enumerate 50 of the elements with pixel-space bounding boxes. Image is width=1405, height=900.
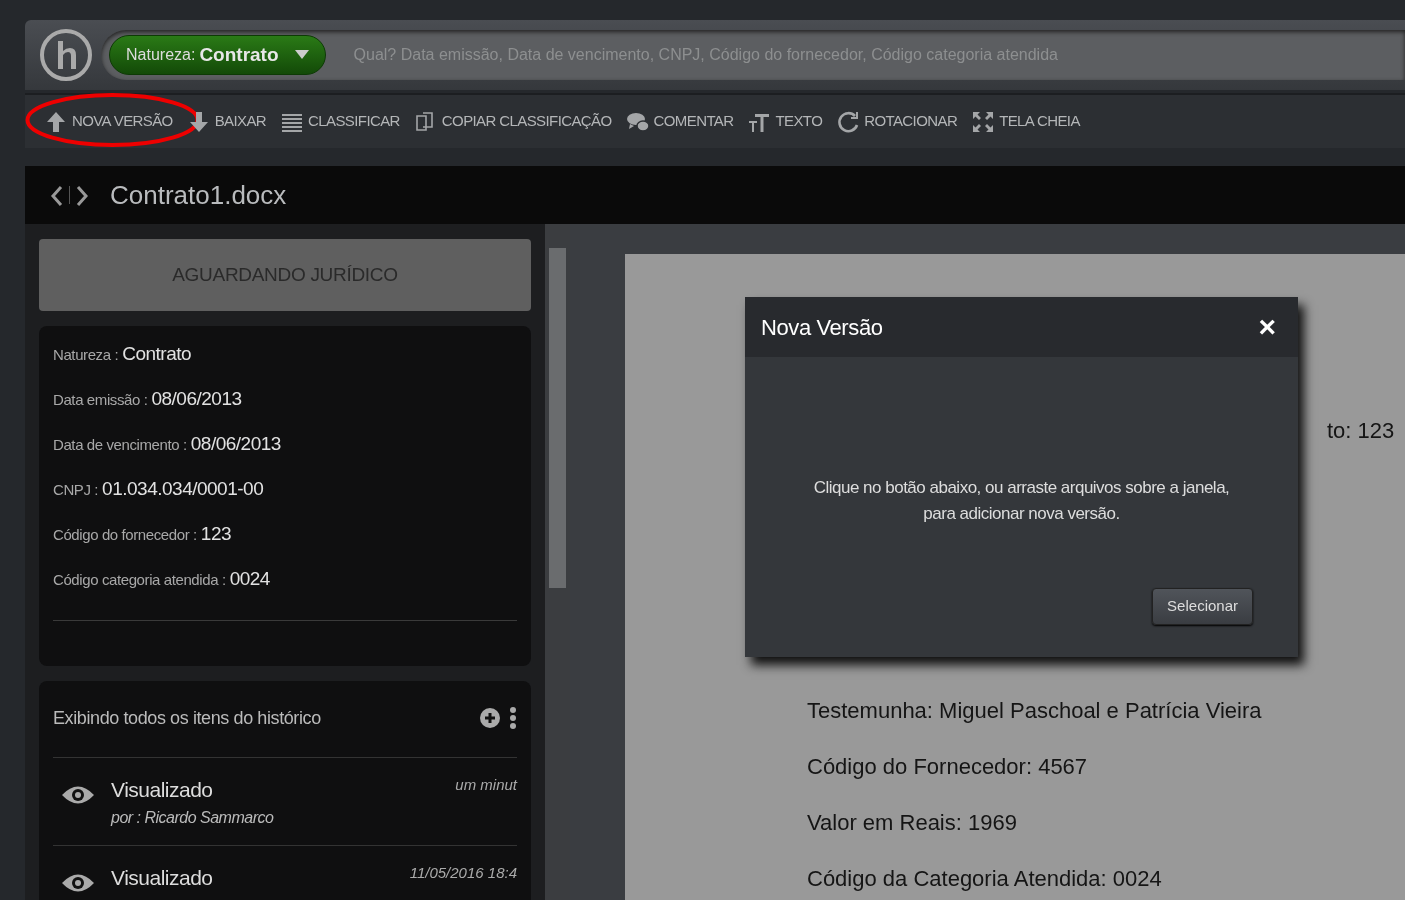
field-value: Contrato xyxy=(122,342,192,366)
history-time: um minut xyxy=(455,775,517,795)
caret-icon xyxy=(294,50,309,60)
field-label: Data de vencimento : xyxy=(53,435,187,455)
field-label: Código do fornecedor : xyxy=(53,525,197,545)
field-label: Data emissão : xyxy=(53,390,148,410)
eye-icon xyxy=(61,872,95,894)
select-button[interactable]: Selecionar xyxy=(1152,588,1253,625)
toolbar-button[interactable]: BAIXAR xyxy=(179,109,274,134)
field-value: 08/06/2013 xyxy=(151,387,242,411)
field-value: 0024 xyxy=(229,567,270,591)
document-title: Contrato1.docx xyxy=(110,178,287,212)
rotate-icon xyxy=(836,109,861,134)
dialog-message: Clique no botão abaixo, ou arraste arquivos sobre a janela, para adicionar nova versão. xyxy=(812,477,1231,525)
history-title: Exibindo todos os itens do histórico xyxy=(53,706,321,730)
field-label: CNPJ : xyxy=(53,480,99,500)
history-action: Visualizado xyxy=(111,777,214,803)
field-value: 01.034.034/0001-00 xyxy=(102,477,264,501)
document-text: Código do Fornecedor: 4567 xyxy=(807,753,1089,781)
field-value: 123 xyxy=(200,522,231,546)
document-text: Valor em Reais: 1969 xyxy=(807,809,1018,837)
history-action: Visualizado xyxy=(111,865,214,891)
field-value: 08/06/2013 xyxy=(190,432,281,456)
document-text: to: 123 xyxy=(1326,417,1396,445)
history-item[interactable]: Visualizado por : Ricardo Sammarco um minut xyxy=(53,757,517,845)
document-text: Testemunha: Miguel Paschoal e Patrícia Vieira xyxy=(807,697,1263,725)
add-icon[interactable] xyxy=(479,707,501,729)
toolbar-button[interactable]: COPIAR CLASSIFICAÇÃO xyxy=(406,109,619,134)
field-label: Código categoria atendida : xyxy=(53,570,226,590)
field-label: Natureza : xyxy=(53,345,119,365)
fullscreen-icon xyxy=(971,109,996,134)
document-text: Código da Categoria Atendida: 0024 xyxy=(807,865,1163,893)
toolbar-button[interactable]: CLASSIFICAR xyxy=(273,109,407,134)
logo-icon[interactable] xyxy=(39,28,93,82)
close-button[interactable]: × xyxy=(1252,311,1282,343)
more-icon[interactable] xyxy=(509,706,517,730)
toolbar-button[interactable]: COMENTAR xyxy=(618,109,741,134)
dialog-title: Nova Versão xyxy=(761,313,883,342)
history-author: por : Ricardo Sammarco xyxy=(111,807,275,828)
chevron-left-icon xyxy=(50,184,64,207)
toolbar-button[interactable]: ROTACIONAR xyxy=(829,109,965,134)
history-time: 11/05/2016 18:4 xyxy=(409,863,517,883)
filter-dropdown[interactable]: Natureza: Contrato xyxy=(109,35,326,75)
scrollbar-thumb[interactable] xyxy=(549,248,566,588)
scrollbar[interactable] xyxy=(545,224,570,900)
chevron-right-icon xyxy=(75,184,89,207)
history-item[interactable]: Visualizado 11/05/2016 18:4 xyxy=(53,845,517,900)
eye-icon xyxy=(61,784,95,806)
toolbar-button[interactable]: TEXTO xyxy=(740,109,830,134)
toolbar-button[interactable]: TELA CHEIA xyxy=(964,109,1087,134)
